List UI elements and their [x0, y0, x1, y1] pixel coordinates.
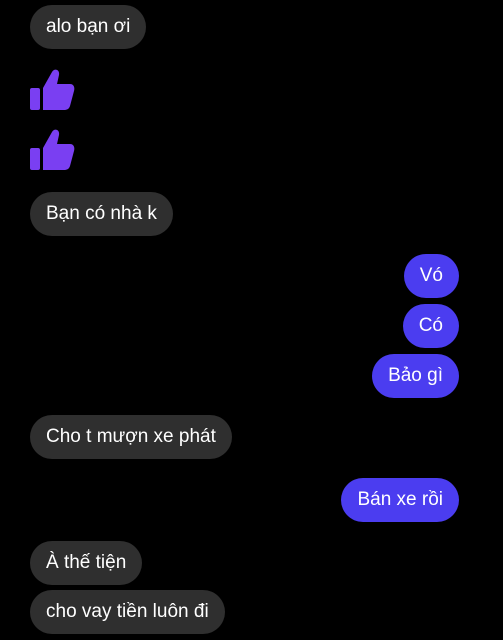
message-bubble-outgoing[interactable]: Có [402, 304, 459, 348]
message-bubble-incoming[interactable]: À thế tiện [30, 541, 143, 585]
message-bubble-incoming[interactable]: Cho t mượn xe phát [30, 415, 232, 459]
message-bubble-outgoing[interactable]: Bán xe rồi [341, 478, 459, 522]
message-bubble-incoming[interactable]: Bạn có nhà k [30, 192, 173, 236]
thumbs-up-icon[interactable] [28, 126, 76, 174]
message-bubble-outgoing[interactable]: Vó [403, 254, 459, 298]
message-bubble-incoming[interactable]: alo bạn ơi [30, 5, 147, 49]
message-bubble-outgoing[interactable]: Bảo gì [372, 354, 459, 398]
message-bubble-incoming[interactable]: cho vay tiền luôn đi [30, 590, 225, 634]
thumbs-up-icon[interactable] [28, 66, 76, 114]
